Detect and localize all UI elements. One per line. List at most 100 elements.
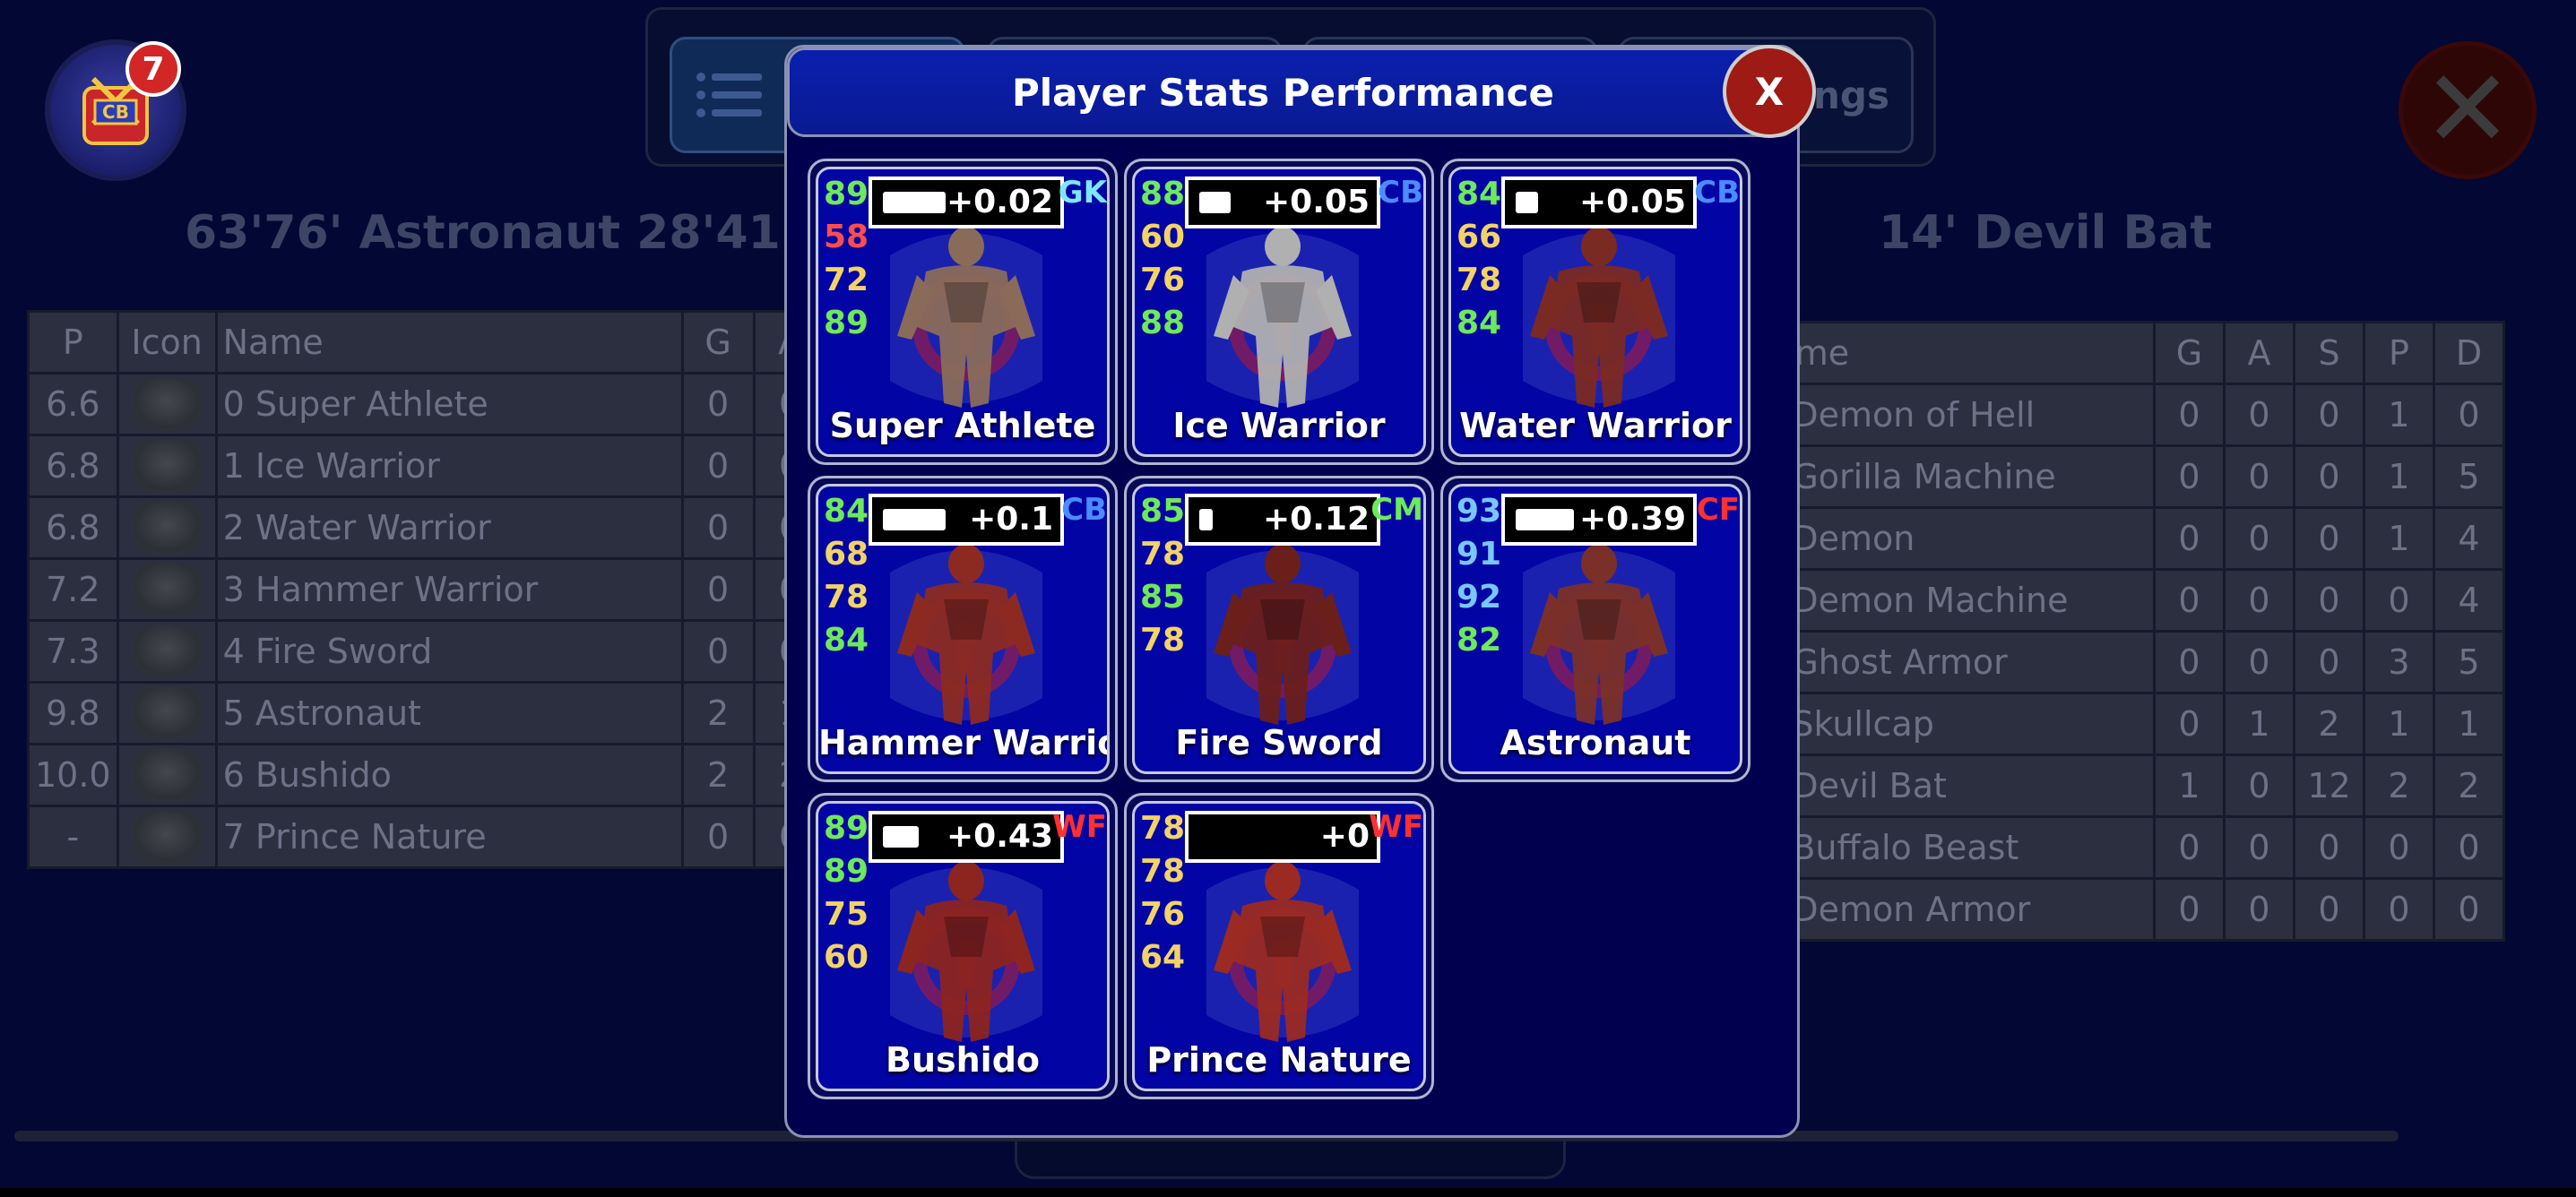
player-name-cell: 43Demon Machine: [1741, 568, 2156, 633]
performance-meter: +0.05: [1185, 177, 1380, 228]
stat-cell: 2: [2293, 692, 2365, 756]
player-name: Demon Armor: [1792, 890, 2031, 929]
player-figure-icon: [897, 544, 1035, 725]
stat-cell: 2: [2433, 754, 2505, 818]
modal-close-button[interactable]: X: [1723, 45, 1816, 138]
player-card[interactable]: 84 66 78 84 +0.05 CB Water Warrior: [1440, 159, 1750, 465]
player-icon-cell: [116, 743, 218, 807]
table-row[interactable]: 9.85 Astronaut218: [27, 681, 863, 745]
stat-cell: 0: [2363, 877, 2435, 942]
stat-cell: 0: [2223, 568, 2295, 633]
attribute-value: 76: [1140, 262, 1186, 298]
bottom-bar: [0, 1188, 2576, 1197]
column-header: S: [2293, 321, 2365, 385]
stat-cell: 1: [2363, 692, 2435, 756]
stat-cell: 0: [2153, 692, 2226, 756]
table-row[interactable]: 6.82 Water Warrior000: [27, 495, 863, 560]
attribute-value: 88: [1140, 305, 1186, 341]
attribute-list: 89 89 75 60: [824, 807, 869, 979]
stat-cell: 0: [2293, 444, 2365, 509]
rating-cell: -: [27, 805, 119, 869]
player-card[interactable]: 85 78 85 78 +0.12 CM Fire Sword: [1124, 476, 1434, 782]
player-icon-cell: [116, 805, 218, 869]
goals-cell: 0: [680, 372, 756, 436]
performance-bar-fill: [883, 192, 946, 213]
player-card[interactable]: 89 58 72 89 +0.02 GK Super Athlete: [808, 159, 1118, 465]
attribute-value: 64: [1140, 939, 1186, 976]
player-card-frame: 88 60 76 88 +0.05 CB Ice Warrior: [1132, 167, 1426, 457]
column-header: Name: [1741, 321, 2156, 385]
column-header: P: [27, 310, 119, 375]
player-card[interactable]: 89 89 75 60 +0.43 WF Bushido: [808, 793, 1118, 1099]
away-team-title: 14' Devil Bat: [1879, 206, 2213, 260]
attribute-value: 75: [824, 896, 869, 933]
performance-delta: +0.12: [1263, 501, 1370, 538]
stat-cell: 0: [2223, 444, 2295, 509]
table-row[interactable]: 6.81 Ice Warrior000: [27, 434, 863, 498]
player-avatar: [131, 377, 203, 431]
modal-header: Player Stats Performance: [787, 47, 1797, 137]
table-row[interactable]: 7.34 Fire Sword000: [27, 619, 863, 684]
table-row[interactable]: 6.60 Super Athlete000: [27, 372, 863, 436]
attribute-value: 68: [824, 536, 869, 573]
player-name: Demon: [1792, 519, 1915, 558]
stat-cell: 0: [2433, 877, 2505, 942]
attribute-value: 89: [824, 305, 869, 341]
performance-meter: +0.43: [869, 811, 1064, 863]
attribute-list: 93 91 92 82: [1457, 490, 1501, 662]
player-name-cell: 41Gorilla Machine: [1741, 444, 2156, 509]
player-icon-cell: [116, 495, 218, 560]
player-figure-icon: [1530, 544, 1668, 725]
player-name: Buffalo Beast: [1792, 828, 2019, 867]
attribute-value: 88: [1140, 176, 1186, 212]
player-card-frame: 89 89 75 60 +0.43 WF Bushido: [816, 801, 1110, 1091]
player-avatar: [131, 501, 203, 555]
player-card[interactable]: 78 78 76 64 +0 WF Prince Nature: [1124, 793, 1434, 1099]
attribute-value: 60: [1140, 219, 1186, 255]
table-row[interactable]: -7 Prince Nature000: [27, 805, 863, 869]
player-stats-modal: Player Stats Performance 89 58 72 89 +0.02 GK…: [784, 45, 1800, 1138]
stat-cell: 3: [2363, 630, 2435, 694]
player-card[interactable]: 84 68 78 84 +0.1 CB Hammer Warrior: [808, 476, 1118, 782]
player-name-cell: 2 Water Warrior: [214, 495, 684, 560]
performance-delta: +0.39: [1579, 501, 1686, 538]
attribute-value: 60: [824, 939, 869, 976]
close-screen-button[interactable]: ✕: [2399, 41, 2537, 179]
player-avatar: [131, 686, 203, 740]
player-name: Water Warrior: [1459, 406, 1732, 445]
player-card-frame: 78 78 76 64 +0 WF Prince Nature: [1132, 801, 1426, 1091]
attribute-value: 84: [824, 493, 869, 530]
table-row[interactable]: 7.23 Hammer Warrior000: [27, 557, 863, 622]
attribute-value: 78: [1140, 536, 1186, 573]
player-name-cell: 42Demon: [1741, 506, 2156, 571]
player-figure-icon: [1214, 544, 1352, 725]
performance-bar-fill: [1199, 509, 1213, 530]
player-card-frame: 85 78 85 78 +0.12 CM Fire Sword: [1132, 484, 1426, 774]
player-name-cell: 4 Fire Sword: [214, 619, 684, 684]
player-name-cell: 44Ghost Armor: [1741, 630, 2156, 694]
player-name-cell: 0 Super Athlete: [214, 372, 684, 436]
stat-cell: 1: [2363, 506, 2435, 571]
stat-cell: 0: [2223, 815, 2295, 880]
player-card[interactable]: 88 60 76 88 +0.05 CB Ice Warrior: [1124, 159, 1434, 465]
attribute-value: 85: [1140, 579, 1186, 616]
player-avatar: [131, 810, 203, 864]
home-stats-table: PIconNameGAS 6.60 Super Athlete0006.81 I…: [27, 310, 863, 869]
stat-cell: 0: [2223, 506, 2295, 571]
attribute-value: 78: [1140, 853, 1186, 890]
player-name: Demon Machine: [1792, 581, 2069, 620]
player-name: Astronaut: [1500, 723, 1691, 762]
player-figure-icon: [897, 227, 1035, 408]
player-name-cell: 1 Ice Warrior: [214, 434, 684, 498]
column-header: Name: [214, 310, 684, 375]
performance-delta: +0.1: [969, 501, 1053, 538]
attribute-value: 78: [1457, 262, 1502, 298]
table-row[interactable]: 10.06 Bushido221: [27, 743, 863, 807]
player-name: Super Athlete: [829, 406, 1096, 445]
player-name-cell: 7 Prince Nature: [214, 805, 684, 869]
stat-cell: 0: [2223, 754, 2295, 818]
goals-cell: 2: [680, 681, 756, 745]
game-screen: CB 7 ings ✕ 63'76' Astronaut 28'41' Bush…: [0, 0, 2576, 1197]
attribute-value: 84: [1457, 305, 1502, 341]
player-card[interactable]: 93 91 92 82 +0.39 CF Astronaut: [1440, 476, 1750, 782]
